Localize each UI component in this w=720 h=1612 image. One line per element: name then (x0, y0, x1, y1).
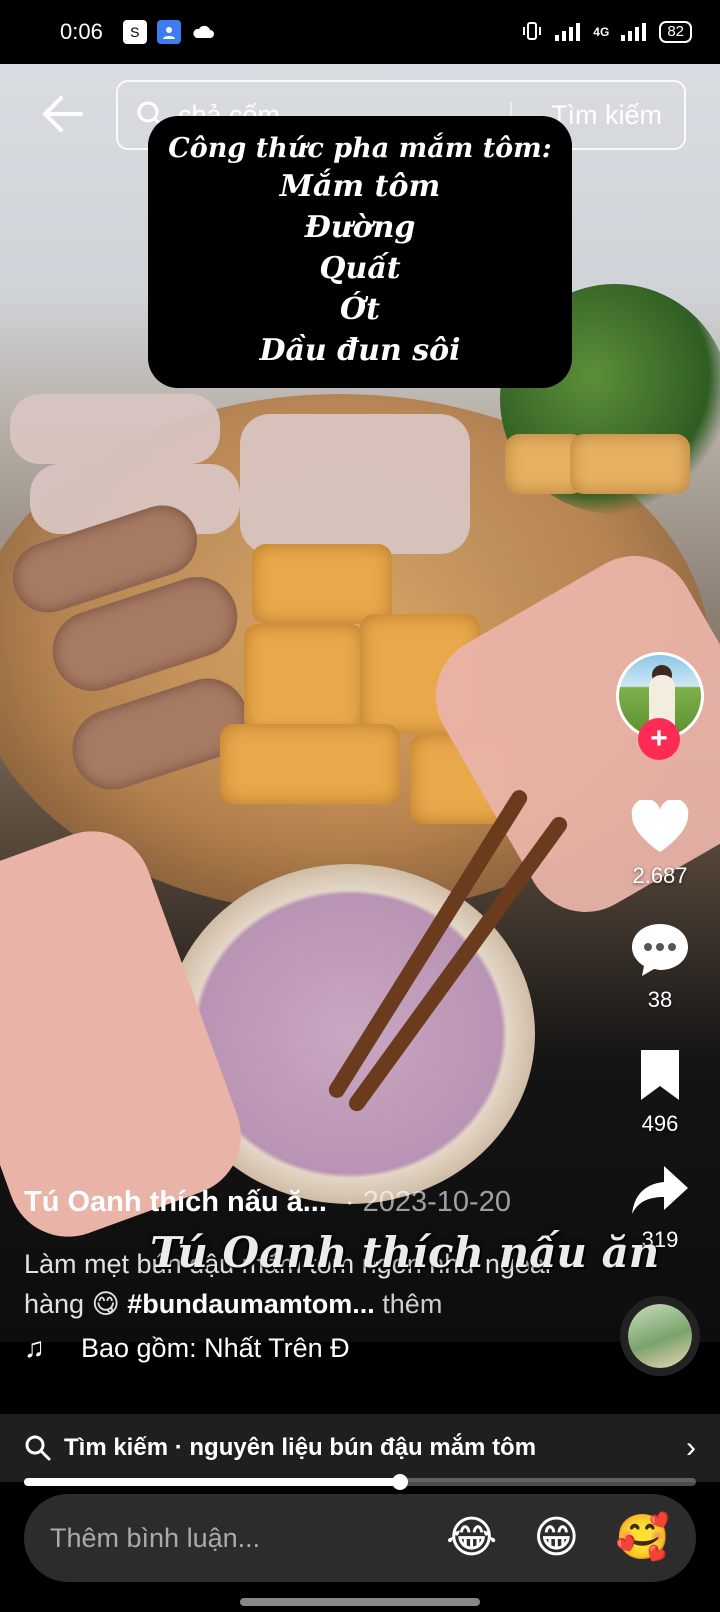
fried-tofu (252, 544, 392, 624)
heart-icon (631, 798, 689, 852)
tripe (240, 414, 470, 554)
music-disc[interactable] (620, 1296, 700, 1376)
author-name[interactable]: Tú Oanh thích nấu ă... (24, 1186, 327, 1218)
chevron-right-icon: › (686, 1431, 696, 1464)
progress-fill (24, 1478, 401, 1486)
fried-tofu-4 (220, 724, 400, 804)
network-type: 4G (593, 25, 610, 39)
signal-icon-2 (619, 21, 649, 44)
suggestion-text: Tìm kiếm · nguyên liệu bún đậu mắm tôm (64, 1434, 537, 1461)
emoji-laughing[interactable]: 😂 (446, 1516, 497, 1560)
follow-button[interactable]: + (638, 718, 680, 760)
arrow-left-icon (43, 96, 83, 132)
recipe-ingredient: Đường (304, 210, 416, 245)
battery-indicator: 82 (659, 21, 692, 43)
home-indicator (240, 1598, 480, 1606)
search-icon (25, 1435, 51, 1461)
fried-tofu-2 (244, 624, 364, 734)
video-watermark: Tú Oanh thích nấu ăn (150, 1228, 660, 1277)
playback-progress-bar[interactable] (24, 1474, 696, 1490)
music-title: Bao gồm: Nhất Trên Đ (81, 1332, 350, 1363)
see-more-link[interactable]: thêm (382, 1289, 442, 1319)
comment-bubble-icon (632, 924, 688, 976)
quick-emojis: 😂 😁 🥰 (446, 1516, 670, 1560)
status-time: 0:06 (60, 19, 103, 44)
bookmark-icon (641, 1050, 679, 1100)
search-submit-button[interactable]: Tìm kiếm (551, 100, 662, 131)
music-info[interactable]: ♫ Bao gồm: Nhất Trên Đ (24, 1332, 350, 1364)
recipe-title: Công thức pha mắm tôm: (168, 133, 552, 164)
comment-input[interactable]: Thêm bình luận... (50, 1523, 260, 1554)
recipe-ingredient: Mắm tôm (279, 169, 441, 204)
shopping-bag-icon: S (122, 20, 147, 44)
system-status: 4G 82 (521, 20, 692, 45)
music-note-icon: ♫ (24, 1332, 45, 1363)
hashtag-link[interactable]: #bundaumamtom... (127, 1289, 375, 1319)
post-date: · 2023-10-20 (344, 1186, 511, 1218)
save-count: 496 (641, 1111, 679, 1136)
comment-count: 38 (647, 987, 673, 1012)
like-button[interactable]: 2.687 (612, 798, 708, 889)
vibrate-icon (521, 20, 543, 45)
share-arrow-icon (632, 1166, 688, 1214)
search-suggestion-bar[interactable]: Tìm kiếm · nguyên liệu bún đậu mắm tôm › (0, 1414, 720, 1482)
recipe-overlay: Công thức pha mắm tôm: Mắm tôm Đường Quấ… (148, 116, 572, 388)
post-author[interactable]: Tú Oanh thích nấu ă... · 2023-10-20 (24, 1186, 511, 1219)
notification-icons: S (122, 20, 215, 44)
recipe-ingredient: Ớt (340, 292, 380, 327)
cloud-icon (191, 20, 215, 44)
like-count: 2.687 (632, 863, 688, 888)
pork-slices (10, 394, 220, 464)
save-button[interactable]: 496 (612, 1048, 708, 1137)
comment-button[interactable]: 38 (612, 922, 708, 1013)
recipe-ingredient: Quất (319, 251, 401, 286)
emoji-hearts[interactable]: 🥰 (615, 1516, 670, 1560)
emoji-grinning[interactable]: 😁 (533, 1516, 579, 1560)
fried-roll-2 (570, 434, 690, 494)
app-notification-icon (156, 20, 181, 44)
status-bar: 0:06 S 4G 82 (0, 0, 720, 64)
signal-icon (553, 21, 583, 44)
progress-handle[interactable] (392, 1474, 409, 1490)
comment-input-bar[interactable]: Thêm bình luận... 😂 😁 🥰 (24, 1494, 696, 1582)
recipe-ingredient: Dầu đun sôi (259, 333, 461, 368)
back-button[interactable] (36, 88, 88, 140)
